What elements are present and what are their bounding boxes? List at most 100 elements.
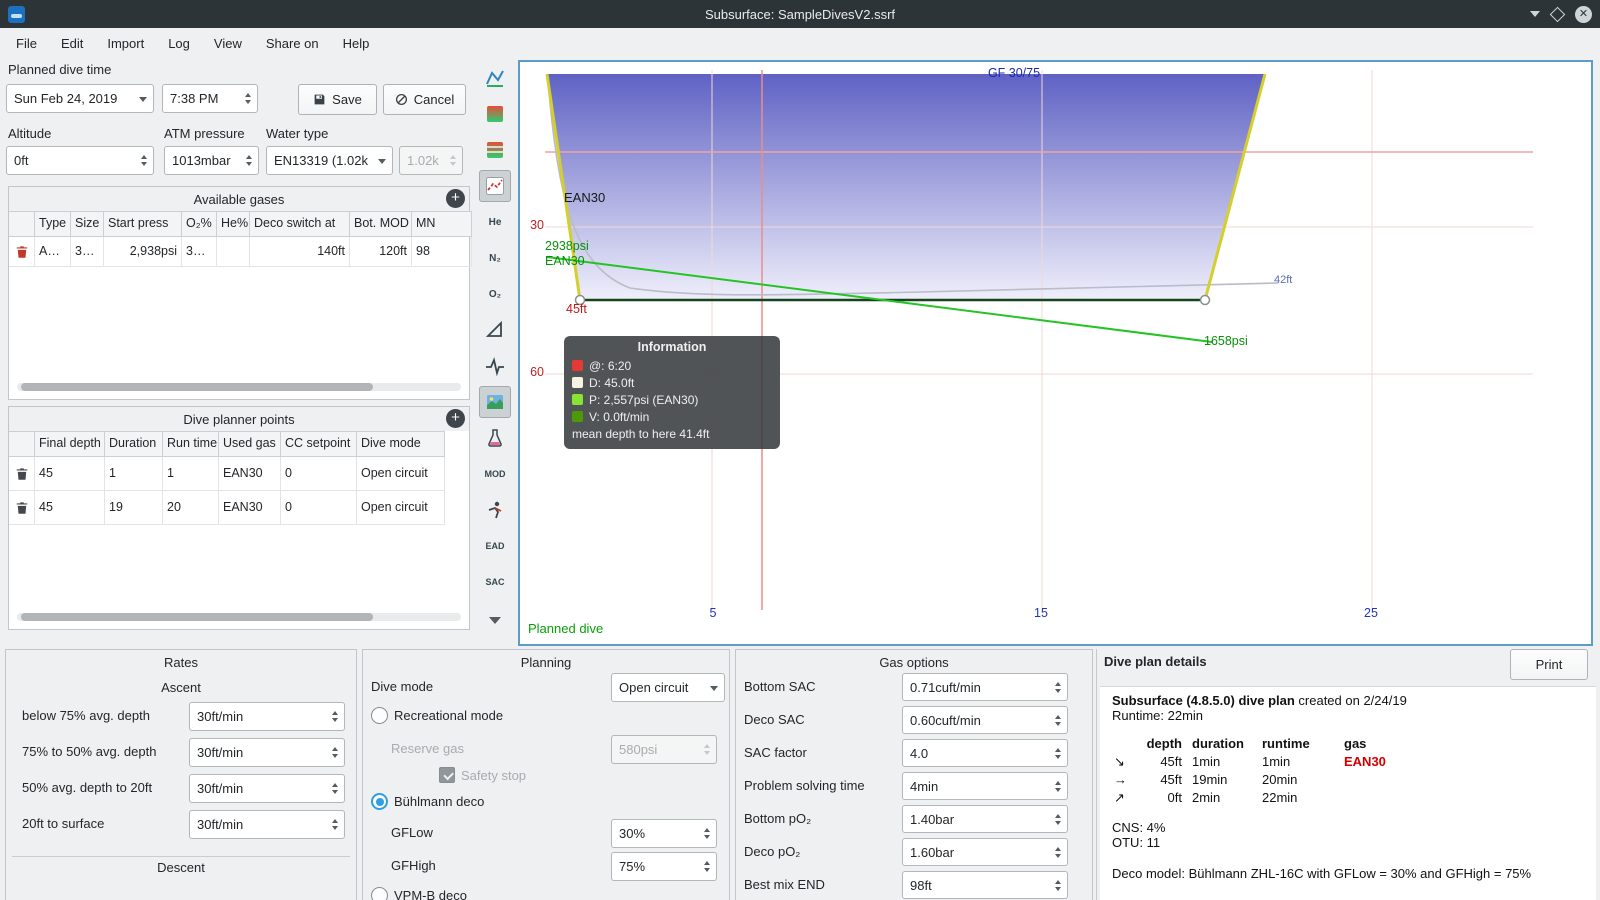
point-depth-cell[interactable]: 45 xyxy=(35,457,105,491)
sac-icon[interactable]: SAC xyxy=(479,566,511,598)
pp-he-icon[interactable]: He xyxy=(479,206,511,238)
menu-file[interactable]: File xyxy=(4,31,49,56)
pp-o2-icon[interactable]: O₂ xyxy=(479,278,511,310)
menu-edit[interactable]: Edit xyxy=(49,31,95,56)
ruler-icon[interactable] xyxy=(479,314,511,346)
dive-profile-panel[interactable]: GF 30/75 EAN30 2938psi EAN30 45ft 42ft 1… xyxy=(518,60,1593,646)
heart-rate-icon[interactable] xyxy=(479,350,511,382)
col-deco-switch[interactable]: Deco switch at xyxy=(250,211,350,237)
menu-share-on[interactable]: Share on xyxy=(254,31,331,56)
gas-start-press-cell[interactable]: 2,938psi xyxy=(104,237,182,267)
performance-icon[interactable] xyxy=(479,494,511,526)
delete-point-icon[interactable] xyxy=(15,467,29,481)
spinner-arrows-icon[interactable] xyxy=(326,816,344,833)
col-he[interactable]: He% xyxy=(217,211,250,237)
profile-toggle-icon[interactable] xyxy=(479,62,511,94)
gas-deco-switch-cell[interactable]: 140ft xyxy=(250,237,350,267)
delete-point-icon[interactable] xyxy=(15,501,29,515)
col-run-time[interactable]: Run time xyxy=(163,431,219,457)
water-type-select[interactable]: EN13319 (1.02k xyxy=(266,146,393,175)
profile-handle[interactable] xyxy=(1199,294,1211,306)
gas-bot-mod-cell[interactable]: 120ft xyxy=(350,237,412,267)
spinner-arrows-icon[interactable] xyxy=(326,780,344,797)
deco-po2-spinner[interactable]: 1.60bar xyxy=(902,838,1068,866)
shade-window-icon[interactable] xyxy=(1530,11,1540,22)
gas-row[interactable]: A… 3… 2,938psi 3… 140ft 120ft 98 xyxy=(9,237,472,267)
gas-o2-cell[interactable]: 3… xyxy=(182,237,217,267)
rate-spinner[interactable]: 30ft/min xyxy=(189,702,345,731)
spinner-arrows-icon[interactable] xyxy=(135,152,153,169)
titlebar[interactable]: Subsurface: SampleDivesV2.ssrf ✕ xyxy=(0,0,1600,28)
point-depth-cell[interactable]: 45 xyxy=(35,491,105,525)
gas-density-icon[interactable] xyxy=(479,422,511,454)
point-runtime-cell[interactable]: 1 xyxy=(163,457,219,491)
gas-size-cell[interactable]: 3… xyxy=(71,237,104,267)
delete-gas-icon[interactable] xyxy=(15,245,29,259)
panel-splitter[interactable] xyxy=(1096,649,1097,900)
points-hscroll-thumb[interactable] xyxy=(21,613,373,621)
menu-help[interactable]: Help xyxy=(331,31,382,56)
add-gas-button[interactable]: + xyxy=(446,189,465,208)
rate-spinner[interactable]: 30ft/min xyxy=(189,774,345,803)
recreational-radio[interactable] xyxy=(371,707,388,724)
col-cc-setpoint[interactable]: CC setpoint xyxy=(281,431,357,457)
point-duration-cell[interactable]: 1 xyxy=(105,457,163,491)
col-used-gas[interactable]: Used gas xyxy=(219,431,281,457)
spinner-arrows-icon[interactable] xyxy=(1049,877,1067,894)
close-window-icon[interactable]: ✕ xyxy=(1575,5,1592,23)
col-mnd[interactable]: MN xyxy=(412,211,472,237)
point-gas-cell[interactable]: EAN30 xyxy=(219,491,281,525)
point-runtime-cell[interactable]: 20 xyxy=(163,491,219,525)
cancel-button[interactable]: Cancel xyxy=(383,84,466,115)
point-gas-cell[interactable]: EAN30 xyxy=(219,457,281,491)
gases-hscrollbar[interactable] xyxy=(17,383,461,391)
spinner-arrows-icon[interactable] xyxy=(1049,679,1067,696)
altitude-spinner[interactable]: 0ft xyxy=(6,146,154,175)
gfhigh-spinner[interactable]: 75% xyxy=(611,852,717,881)
spinner-arrows-icon[interactable] xyxy=(1049,811,1067,828)
gas-mnd-cell[interactable]: 98 xyxy=(412,237,472,267)
safety-stop-checkbox[interactable] xyxy=(439,767,455,783)
rate-spinner[interactable]: 30ft/min xyxy=(189,738,345,767)
spinner-arrows-icon[interactable] xyxy=(1049,844,1067,861)
point-row[interactable]: 45 1 1 EAN30 0 Open circuit xyxy=(9,457,469,491)
spinner-arrows-icon[interactable] xyxy=(326,708,344,725)
spinner-arrows-icon[interactable] xyxy=(698,825,716,842)
ead-icon[interactable]: EAD xyxy=(479,530,511,562)
points-hscrollbar[interactable] xyxy=(17,613,461,621)
dc-ceiling-icon[interactable] xyxy=(479,98,511,130)
point-mode-cell[interactable]: Open circuit xyxy=(357,491,445,525)
point-duration-cell[interactable]: 19 xyxy=(105,491,163,525)
point-setpoint-cell[interactable]: 0 xyxy=(281,491,357,525)
vpmb-radio[interactable] xyxy=(371,887,388,900)
mod-icon[interactable]: MOD xyxy=(479,458,511,490)
col-duration[interactable]: Duration xyxy=(105,431,163,457)
col-size[interactable]: Size xyxy=(71,211,104,237)
col-start-press[interactable]: Start press xyxy=(104,211,182,237)
calculated-ceiling-icon[interactable] xyxy=(479,134,511,166)
add-point-button[interactable]: + xyxy=(446,409,465,428)
print-button[interactable]: Print xyxy=(1510,649,1588,680)
col-dive-mode[interactable]: Dive mode xyxy=(357,431,445,457)
pp-n2-icon[interactable]: N₂ xyxy=(479,242,511,274)
dive-date-select[interactable]: Sun Feb 24, 2019 xyxy=(6,84,154,113)
atm-pressure-spinner[interactable]: 1013mbar xyxy=(164,146,259,175)
sac-factor-spinner[interactable]: 4.0 xyxy=(902,739,1068,767)
toolbar-more-icon[interactable] xyxy=(479,604,511,636)
menu-view[interactable]: View xyxy=(202,31,254,56)
point-setpoint-cell[interactable]: 0 xyxy=(281,457,357,491)
gases-hscroll-thumb[interactable] xyxy=(21,383,373,391)
spinner-arrows-icon[interactable] xyxy=(240,152,258,169)
col-bot-mod[interactable]: Bot. MOD xyxy=(350,211,412,237)
spinner-arrows-icon[interactable] xyxy=(326,744,344,761)
gflow-spinner[interactable]: 30% xyxy=(611,819,717,848)
dive-mode-select[interactable]: Open circuit xyxy=(611,673,725,702)
save-button[interactable]: Save xyxy=(298,84,377,115)
bottom-po2-spinner[interactable]: 1.40bar xyxy=(902,805,1068,833)
spinner-arrows-icon[interactable] xyxy=(1049,712,1067,729)
keep-above-icon[interactable] xyxy=(1549,6,1566,22)
problem-time-spinner[interactable]: 4min xyxy=(902,772,1068,800)
gas-he-cell[interactable] xyxy=(217,237,250,267)
point-row[interactable]: 45 19 20 EAN30 0 Open circuit xyxy=(9,491,469,525)
rate-spinner[interactable]: 30ft/min xyxy=(189,810,345,839)
